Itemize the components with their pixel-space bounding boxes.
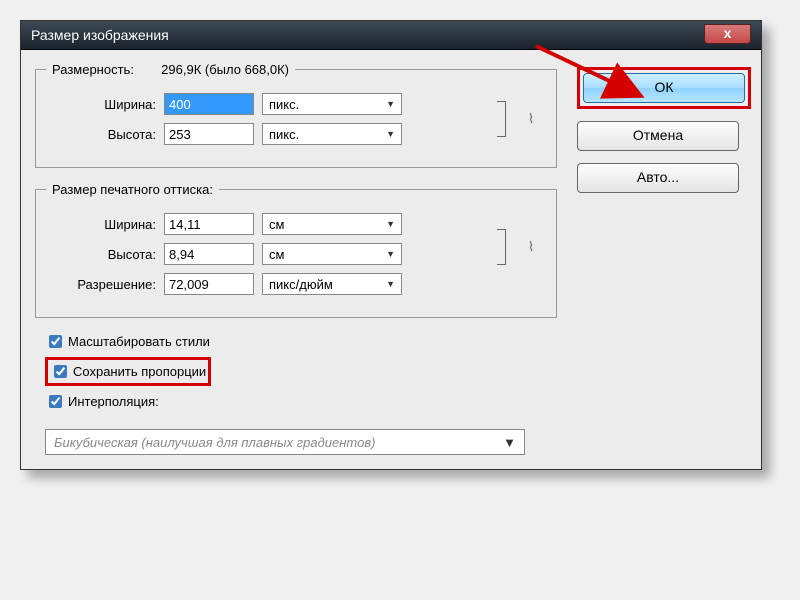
scale-styles-checkbox[interactable]: Масштабировать стили (45, 332, 551, 351)
resample-checkbox[interactable]: Интерполяция: (45, 392, 551, 411)
height-label: Высота: (46, 127, 164, 142)
constrain-proportions-checkbox[interactable]: Сохранить пропорции (50, 362, 206, 381)
document-size-group: Размер печатного оттиска: Ширина: см ▼ (35, 182, 557, 318)
file-size-text: 296,9К (было 668,0К) (161, 62, 289, 77)
highlight-ok: ОК (577, 67, 751, 109)
link-icon[interactable]: ⌇ (528, 239, 534, 255)
height-input[interactable] (164, 123, 254, 145)
image-size-dialog: Размер изображения x Размерность: 296,9К… (20, 20, 762, 470)
dialog-title: Размер изображения (31, 27, 169, 43)
resolution-input[interactable] (164, 273, 254, 295)
print-height-label: Высота: (46, 247, 164, 262)
resolution-unit-select[interactable]: пикс/дюйм ▼ (262, 273, 402, 295)
close-button[interactable]: x (704, 24, 751, 44)
interpolation-select[interactable]: Бикубическая (наилучшая для плавных град… (45, 429, 525, 455)
width-label: Ширина: (46, 97, 164, 112)
dimensions-legend: Размерность: (52, 62, 134, 77)
print-height-unit-select[interactable]: см ▼ (262, 243, 402, 265)
print-width-input[interactable] (164, 213, 254, 235)
chevron-down-icon: ▼ (503, 435, 516, 450)
auto-button[interactable]: Авто... (577, 163, 739, 193)
chevron-down-icon: ▼ (386, 279, 395, 289)
chevron-down-icon: ▼ (386, 249, 395, 259)
print-height-input[interactable] (164, 243, 254, 265)
resolution-label: Разрешение: (46, 277, 164, 292)
link-icon[interactable]: ⌇ (528, 111, 534, 127)
titlebar[interactable]: Размер изображения x (21, 21, 761, 50)
pixel-dimensions-group: Размерность: 296,9К (было 668,0К) Ширина… (35, 62, 557, 168)
width-input[interactable] (164, 93, 254, 115)
chevron-down-icon: ▼ (386, 219, 395, 229)
print-width-label: Ширина: (46, 217, 164, 232)
chevron-down-icon: ▼ (386, 99, 395, 109)
height-unit-select[interactable]: пикс. ▼ (262, 123, 402, 145)
highlight-constrain: Сохранить пропорции (45, 357, 211, 386)
ok-button[interactable]: ОК (583, 73, 745, 103)
print-width-unit-select[interactable]: см ▼ (262, 213, 402, 235)
print-legend: Размер печатного оттиска: (46, 182, 219, 197)
chevron-down-icon: ▼ (386, 129, 395, 139)
width-unit-select[interactable]: пикс. ▼ (262, 93, 402, 115)
cancel-button[interactable]: Отмена (577, 121, 739, 151)
